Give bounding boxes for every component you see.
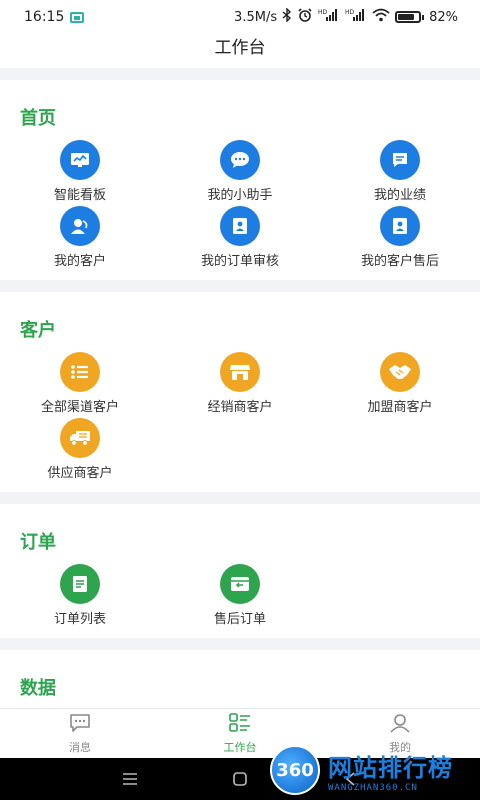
menu-item-order-review[interactable]: 我的订单审核 xyxy=(160,204,320,270)
return-order-icon xyxy=(220,564,260,604)
profile-icon xyxy=(389,713,411,737)
section-title: 订单 xyxy=(20,532,56,553)
dashboard-icon xyxy=(60,140,100,180)
customer-icon xyxy=(60,206,100,246)
page-title: 工作台 xyxy=(214,38,266,58)
menu-item-dashboard[interactable]: 智能看板 xyxy=(0,138,160,204)
menu-item-after-sales[interactable]: 我的客户售后 xyxy=(320,204,480,270)
truck-icon xyxy=(60,418,100,458)
section-3: 数据 xyxy=(0,650,480,708)
section-2: 订单订单列表 售后订单 xyxy=(0,504,480,638)
menu-item-performance[interactable]: 我的业绩 xyxy=(320,138,480,204)
status-bar: 16:15 3.5M/s HD HD 82% xyxy=(0,0,480,34)
status-time: 16:15 xyxy=(24,9,65,25)
tab-label: 消息 xyxy=(69,740,91,754)
menu-item-label: 我的小助手 xyxy=(207,188,273,203)
section-grid: 智能看板 我的小助手 我的业绩我的客户 我的订单审核 我的客户售后 xyxy=(0,138,480,280)
menu-item-label: 我的客户 xyxy=(53,254,106,269)
store-icon xyxy=(220,352,260,392)
alarm-icon xyxy=(297,8,313,26)
menu-item-list[interactable]: 全部渠道客户 xyxy=(0,350,160,416)
network-speed: 3.5M/s xyxy=(234,9,278,25)
tab-label: 工作台 xyxy=(223,740,257,754)
notification-icon xyxy=(70,11,85,23)
page-header: 工作台 xyxy=(0,34,480,68)
menu-item-return-order[interactable]: 售后订单 xyxy=(160,562,320,628)
menu-button[interactable] xyxy=(120,769,140,789)
section-1: 客户全部渠道客户 经销商客户 加盟商客户供应商客户 xyxy=(0,292,480,492)
bluetooth-icon xyxy=(282,7,292,26)
watermark-logo: 360 xyxy=(270,745,320,795)
workbench-content[interactable]: 首页智能看板 我的小助手 我的业绩我的客户 我的订单审核 我的客户售后客户全部渠道客户 经… xyxy=(0,68,480,708)
wifi-icon xyxy=(372,8,390,26)
section-grid: 全部渠道客户 经销商客户 加盟商客户供应商客户 xyxy=(0,350,480,492)
signal-icon-2: HD xyxy=(345,8,367,26)
menu-item-label: 加盟商客户 xyxy=(367,400,433,415)
menu-item-customer[interactable]: 我的客户 xyxy=(0,204,160,270)
section-title: 数据 xyxy=(20,678,56,699)
status-right: 3.5M/s HD HD 82% xyxy=(234,7,458,26)
status-left: 16:15 xyxy=(24,9,85,25)
menu-item-order-list[interactable]: 订单列表 xyxy=(0,562,160,628)
menu-item-label: 全部渠道客户 xyxy=(40,400,119,415)
watermark-title: 网站排行榜 xyxy=(328,753,453,782)
section-0: 首页智能看板 我的小助手 我的业绩我的客户 我的订单审核 我的客户售后 xyxy=(0,80,480,280)
battery-icon xyxy=(395,11,425,23)
watermark: 360 网站排行榜 WANGZHAN360.CN xyxy=(270,740,480,800)
menu-item-label: 我的业绩 xyxy=(373,188,426,203)
workbench-icon xyxy=(229,712,251,737)
list-icon xyxy=(60,352,100,392)
home-button[interactable] xyxy=(230,769,250,789)
order-review-icon xyxy=(220,206,260,246)
menu-item-label: 订单列表 xyxy=(53,612,106,627)
section-title: 客户 xyxy=(20,320,56,341)
menu-item-truck[interactable]: 供应商客户 xyxy=(0,416,160,482)
menu-item-label: 智能看板 xyxy=(53,188,106,203)
menu-item-label: 售后订单 xyxy=(213,612,266,627)
svg-text:HD: HD xyxy=(318,9,328,16)
menu-item-store[interactable]: 经销商客户 xyxy=(160,350,320,416)
menu-item-label: 我的订单审核 xyxy=(200,254,279,269)
menu-item-chat-bubble[interactable]: 我的小助手 xyxy=(160,138,320,204)
battery-percent: 82% xyxy=(429,9,458,25)
menu-item-label: 供应商客户 xyxy=(47,466,113,481)
section-grid: 订单列表 售后订单 xyxy=(0,562,480,638)
handshake-icon xyxy=(380,352,420,392)
order-list-icon xyxy=(60,564,100,604)
watermark-subtitle: WANGZHAN360.CN xyxy=(328,782,418,793)
after-sales-icon xyxy=(380,206,420,246)
message-icon xyxy=(69,713,91,737)
menu-item-label: 经销商客户 xyxy=(207,400,273,415)
section-title: 首页 xyxy=(20,108,56,129)
menu-item-label: 我的客户售后 xyxy=(360,254,439,269)
performance-icon xyxy=(380,140,420,180)
chat-bubble-icon xyxy=(220,140,260,180)
menu-item-handshake[interactable]: 加盟商客户 xyxy=(320,350,480,416)
tab-messages[interactable]: 消息 xyxy=(0,709,160,758)
signal-icon-1: HD xyxy=(318,8,340,26)
svg-text:HD: HD xyxy=(345,9,355,16)
